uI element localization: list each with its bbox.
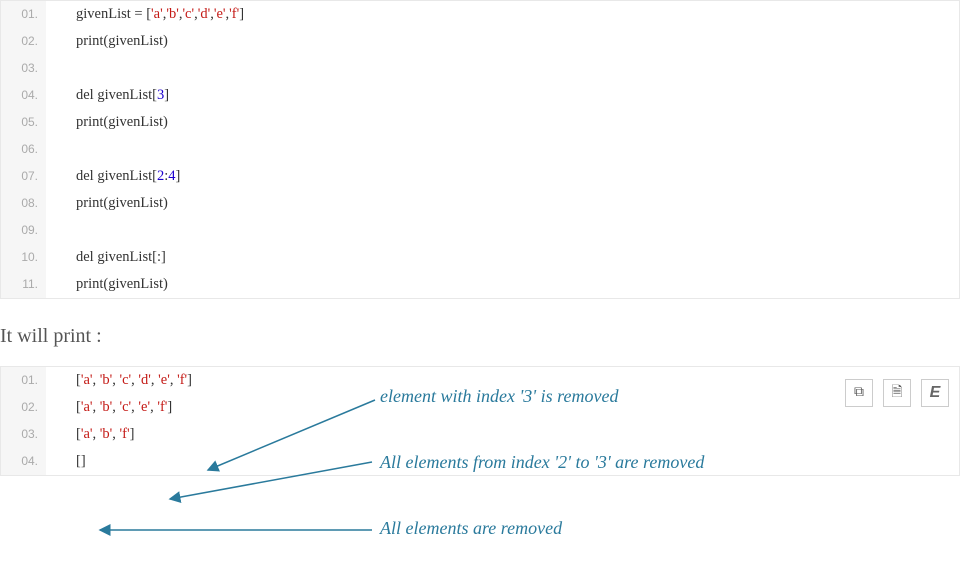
code-block-output: 01.['a', 'b', 'c', 'd', 'e', 'f']02.['a'…: [0, 366, 960, 476]
line-number: 06.: [1, 136, 46, 163]
line-number: 09.: [1, 217, 46, 244]
edit-icon: E: [930, 384, 941, 402]
code-toolbar: ⧉ 🗎 E: [845, 379, 949, 407]
line-content: del givenList[2:4]: [46, 168, 180, 185]
line-number: 05.: [1, 109, 46, 136]
line-number: 01.: [1, 367, 46, 394]
code-line: 05.print(givenList): [1, 109, 959, 136]
code-line: 03.['a', 'b', 'f']: [1, 421, 959, 448]
line-number: 04.: [1, 448, 46, 475]
copy-icon: ⧉: [854, 385, 864, 401]
code-line: 04.del givenList[3]: [1, 82, 959, 109]
line-content: del givenList[3]: [46, 87, 169, 104]
line-content: print(givenList): [46, 33, 168, 50]
line-content: ['a', 'b', 'c', 'e', 'f']: [46, 399, 172, 416]
code-line: 07.del givenList[2:4]: [1, 163, 959, 190]
code-line: 03.: [1, 55, 959, 82]
line-number: 03.: [1, 421, 46, 448]
code-line: 01.['a', 'b', 'c', 'd', 'e', 'f']: [1, 367, 959, 394]
annotation-3: All elements are removed: [380, 518, 562, 539]
line-number: 07.: [1, 163, 46, 190]
code-line: 02.['a', 'b', 'c', 'e', 'f']: [1, 394, 959, 421]
line-number: 03.: [1, 55, 46, 82]
line-number: 08.: [1, 190, 46, 217]
view-button[interactable]: 🗎: [883, 379, 911, 407]
code-line: 04.[]: [1, 448, 959, 475]
line-content: del givenList[:]: [46, 249, 166, 266]
line-number: 01.: [1, 1, 46, 28]
document-icon: 🗎: [891, 381, 902, 405]
line-content: givenList = ['a','b','c','d','e','f']: [46, 6, 244, 23]
line-number: 04.: [1, 82, 46, 109]
line-number: 02.: [1, 28, 46, 55]
line-number: 10.: [1, 244, 46, 271]
line-content: print(givenList): [46, 276, 168, 293]
copy-button[interactable]: ⧉: [845, 379, 873, 407]
code-line: 09.: [1, 217, 959, 244]
line-content: print(givenList): [46, 114, 168, 131]
edit-button[interactable]: E: [921, 379, 949, 407]
line-number: 11.: [1, 271, 46, 298]
code-line: 06.: [1, 136, 959, 163]
line-content: ['a', 'b', 'f']: [46, 426, 134, 443]
line-number: 02.: [1, 394, 46, 421]
code-line: 02.print(givenList): [1, 28, 959, 55]
line-content: print(givenList): [46, 195, 168, 212]
code-line: 01.givenList = ['a','b','c','d','e','f']: [1, 1, 959, 28]
code-line: 08.print(givenList): [1, 190, 959, 217]
code-block-source: 01.givenList = ['a','b','c','d','e','f']…: [0, 0, 960, 299]
code-line: 10.del givenList[:]: [1, 244, 959, 271]
line-content: ['a', 'b', 'c', 'd', 'e', 'f']: [46, 372, 192, 389]
code-line: 11.print(givenList): [1, 271, 959, 298]
section-title: It will print :: [0, 325, 960, 348]
line-content: []: [46, 453, 86, 470]
